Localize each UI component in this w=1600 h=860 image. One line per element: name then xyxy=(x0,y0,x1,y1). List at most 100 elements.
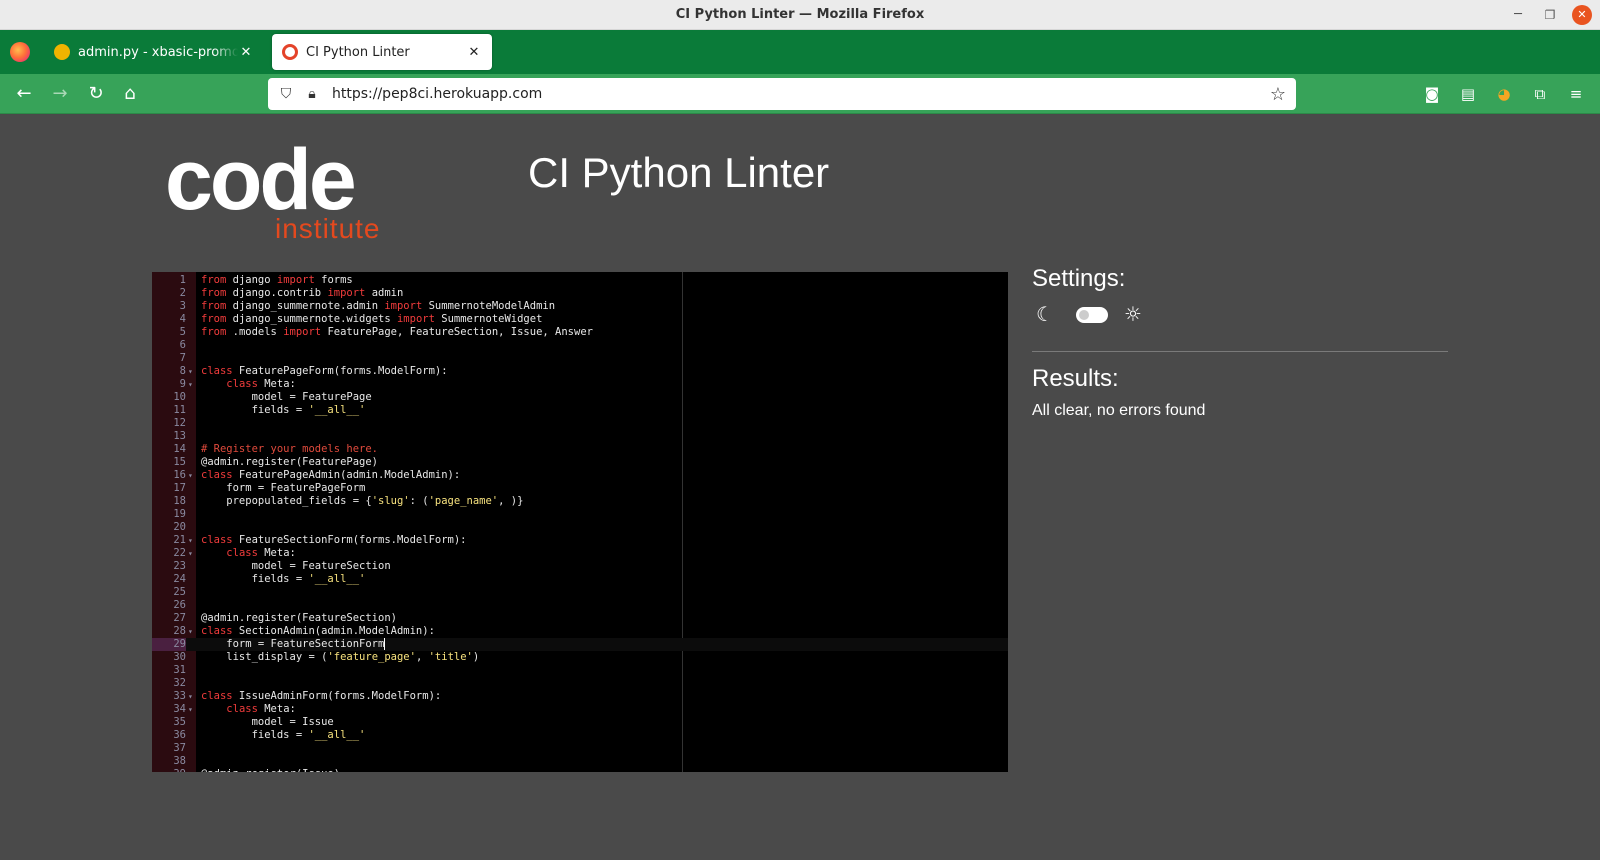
reader-view-icon[interactable]: ▤ xyxy=(1458,84,1478,104)
gitpod-favicon-icon xyxy=(54,44,70,60)
line-number: 35 xyxy=(173,716,186,728)
code-line[interactable]: 39 @admin.register(Issue) xyxy=(152,768,1008,772)
shield-icon[interactable]: ⛉ xyxy=(278,86,294,102)
line-number: 19 xyxy=(173,508,186,520)
code-line[interactable]: 24 fields = '__all__' xyxy=(152,573,1008,586)
code-line[interactable]: 17 form = FeaturePageForm xyxy=(152,482,1008,495)
code-line[interactable]: 5 from .models import FeaturePage, Featur… xyxy=(152,326,1008,339)
code-line[interactable]: 25 xyxy=(152,586,1008,599)
sun-icon: ☼ xyxy=(1124,302,1142,326)
fold-arrow-icon[interactable]: ▾ xyxy=(188,378,196,391)
extension-gitpod-icon[interactable]: ◕ xyxy=(1494,84,1514,104)
code-line[interactable]: 13 xyxy=(152,430,1008,443)
code-line-text: @admin.register(FeaturePage) xyxy=(201,456,379,468)
code-line-text: class Meta: xyxy=(226,378,296,390)
code-line-text: class IssueAdminForm(forms.ModelForm): xyxy=(201,690,442,702)
line-number: 8 xyxy=(179,365,186,377)
url-text[interactable]: https://pep8ci.herokuapp.com xyxy=(332,86,542,102)
tab-admin-py[interactable]: admin.py - xbasic-promo - C ✕ xyxy=(44,34,264,70)
line-number: 14 xyxy=(173,443,186,455)
results-heading: Results: xyxy=(1032,365,1119,392)
extensions-puzzle-icon[interactable]: ⧉ xyxy=(1530,84,1550,104)
code-line[interactable]: 18 prepopulated_fields = {'slug': ('page… xyxy=(152,495,1008,508)
code-line[interactable]: 36 fields = '__all__' xyxy=(152,729,1008,742)
code-line[interactable]: 22 ▾ class Meta: xyxy=(152,547,1008,560)
code-line-text: list_display = ('feature_page', 'title') xyxy=(201,651,480,663)
code-line[interactable]: 11 fields = '__all__' xyxy=(152,404,1008,417)
fold-arrow-icon[interactable]: ▾ xyxy=(188,469,196,482)
code-line-text: @admin.register(FeatureSection) xyxy=(201,612,397,624)
line-number: 30 xyxy=(173,651,186,663)
theme-toggle[interactable] xyxy=(1076,307,1108,323)
fold-arrow-icon[interactable]: ▾ xyxy=(188,625,196,638)
page-title: CI Python Linter xyxy=(528,149,830,196)
line-number: 25 xyxy=(173,586,186,598)
code-line[interactable]: 9 ▾ class Meta: xyxy=(152,378,1008,391)
code-line[interactable]: 27 @admin.register(FeatureSection) xyxy=(152,612,1008,625)
code-line-text: fields = '__all__' xyxy=(201,573,366,585)
code-line[interactable]: 30 list_display = ('feature_page', 'titl… xyxy=(152,651,1008,664)
window-titlebar: CI Python Linter — Mozilla Firefox ─ ❐ ✕ xyxy=(0,0,1600,30)
fold-arrow-icon[interactable]: ▾ xyxy=(188,547,196,560)
back-arrow-icon[interactable]: ← xyxy=(12,82,36,106)
code-line[interactable]: 29 form = FeatureSectionForm xyxy=(152,638,1008,651)
logo-institute-text: institute xyxy=(275,213,381,244)
code-line[interactable]: 8 ▾ class FeaturePageForm(forms.ModelForm)… xyxy=(152,365,1008,378)
line-number: 6 xyxy=(179,339,186,351)
firefox-view-icon[interactable] xyxy=(10,42,30,62)
code-editor[interactable]: 1 from django import forms 2 from django.co… xyxy=(152,272,1008,772)
code-line[interactable]: 15 @admin.register(FeaturePage) xyxy=(152,456,1008,469)
code-line-text: form = FeaturePageForm xyxy=(201,482,366,494)
code-line[interactable]: 23 model = FeatureSection xyxy=(152,560,1008,573)
code-line[interactable]: 2 from django.contrib import admin xyxy=(152,287,1008,300)
tab-ci-python-linter[interactable]: CI Python Linter ✕ xyxy=(272,34,492,70)
home-icon[interactable]: ⌂ xyxy=(118,82,142,106)
code-line[interactable]: 28 ▾ class SectionAdmin(admin.ModelAdmin): xyxy=(152,625,1008,638)
code-line[interactable]: 26 xyxy=(152,599,1008,612)
code-line[interactable]: 38 xyxy=(152,755,1008,768)
lock-icon[interactable]: 🔒︎ xyxy=(304,86,320,102)
fold-arrow-icon[interactable]: ▾ xyxy=(188,703,196,716)
code-line[interactable]: 10 model = FeaturePage xyxy=(152,391,1008,404)
divider xyxy=(1032,351,1448,352)
fold-arrow-icon[interactable]: ▾ xyxy=(188,534,196,547)
forward-arrow-icon[interactable]: → xyxy=(48,82,72,106)
ci-favicon-icon xyxy=(282,44,298,60)
code-line[interactable]: 32 xyxy=(152,677,1008,690)
code-line[interactable]: 14 # Register your models here. xyxy=(152,443,1008,456)
fold-arrow-icon[interactable]: ▾ xyxy=(188,690,196,703)
pocket-icon[interactable]: ◙ xyxy=(1422,84,1442,104)
navigation-toolbar: ← → ↻ ⌂ ⛉ 🔒︎ https://pep8ci.herokuapp.co… xyxy=(0,74,1600,114)
code-line[interactable]: 19 xyxy=(152,508,1008,521)
code-line[interactable]: 37 xyxy=(152,742,1008,755)
close-window-icon[interactable]: ✕ xyxy=(1572,5,1592,25)
code-line[interactable]: 3 from django_summernote.admin import Sum… xyxy=(152,300,1008,313)
reload-icon[interactable]: ↻ xyxy=(84,82,108,106)
close-tab-icon[interactable]: ✕ xyxy=(238,45,254,60)
code-line[interactable]: 4 from django_summernote.widgets import S… xyxy=(152,313,1008,326)
menu-hamburger-icon[interactable]: ≡ xyxy=(1566,84,1586,104)
code-line[interactable]: 20 xyxy=(152,521,1008,534)
minimize-icon[interactable]: ─ xyxy=(1508,5,1528,25)
line-number: 20 xyxy=(173,521,186,533)
code-line[interactable]: 6 xyxy=(152,339,1008,352)
editor-lines[interactable]: 1 from django import forms 2 from django.co… xyxy=(152,274,1008,772)
code-line[interactable]: 31 xyxy=(152,664,1008,677)
code-line[interactable]: 1 from django import forms xyxy=(152,274,1008,287)
line-number: 24 xyxy=(173,573,186,585)
maximize-icon[interactable]: ❐ xyxy=(1540,5,1560,25)
page-content: code institute CI Python Linter 1 from dj… xyxy=(0,115,1600,860)
address-bar[interactable]: ⛉ 🔒︎ https://pep8ci.herokuapp.com ☆ xyxy=(268,78,1296,110)
fold-arrow-icon[interactable]: ▾ xyxy=(188,365,196,378)
code-line[interactable]: 21 ▾ class FeatureSectionForm(forms.ModelF… xyxy=(152,534,1008,547)
tab-label: admin.py - xbasic-promo - C xyxy=(78,44,238,60)
code-line[interactable]: 12 xyxy=(152,417,1008,430)
code-line[interactable]: 34 ▾ class Meta: xyxy=(152,703,1008,716)
line-number: 16 xyxy=(173,469,186,481)
code-line[interactable]: 16 ▾ class FeaturePageAdmin(admin.ModelAdm… xyxy=(152,469,1008,482)
bookmark-star-icon[interactable]: ☆ xyxy=(1270,84,1286,105)
code-line[interactable]: 33 ▾ class IssueAdminForm(forms.ModelForm)… xyxy=(152,690,1008,703)
code-line[interactable]: 35 model = Issue xyxy=(152,716,1008,729)
close-tab-icon[interactable]: ✕ xyxy=(466,45,482,60)
code-line[interactable]: 7 xyxy=(152,352,1008,365)
